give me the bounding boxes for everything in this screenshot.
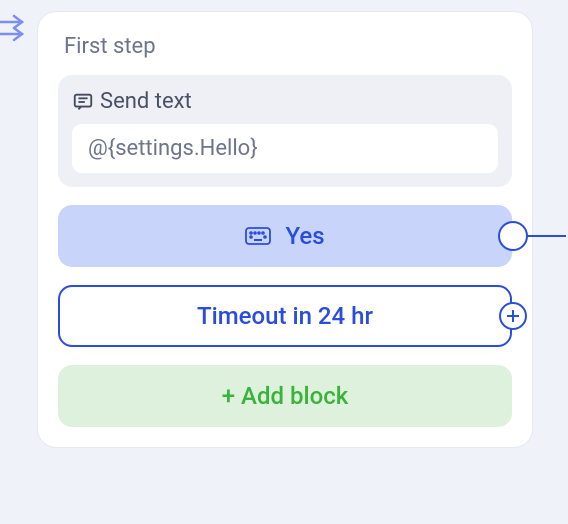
send-text-block[interactable]: Send text @{settings.Hello} (58, 75, 512, 187)
option-timeout-row: Timeout in 24 hr (58, 285, 512, 347)
send-text-label: Send text (100, 89, 192, 114)
send-text-input[interactable]: @{settings.Hello} (72, 124, 498, 173)
message-icon (72, 91, 94, 113)
step-card: First step Send text @{settings.Hello} (38, 12, 532, 447)
add-block-label: + Add block (222, 382, 348, 410)
keyboard-icon (245, 227, 271, 245)
yes-output-port[interactable] (498, 221, 528, 251)
entry-arrow-icon (0, 14, 34, 44)
timeout-add-port[interactable] (499, 302, 527, 330)
option-yes-row: Yes (58, 205, 512, 267)
step-title: First step (64, 34, 512, 59)
send-text-header: Send text (72, 89, 498, 114)
yes-connector-line (526, 235, 566, 237)
option-timeout-label: Timeout in 24 hr (197, 302, 373, 330)
option-yes-button[interactable]: Yes (58, 205, 512, 267)
option-yes-label: Yes (285, 222, 324, 250)
option-timeout-button[interactable]: Timeout in 24 hr (58, 285, 512, 347)
add-block-button[interactable]: + Add block (58, 365, 512, 427)
